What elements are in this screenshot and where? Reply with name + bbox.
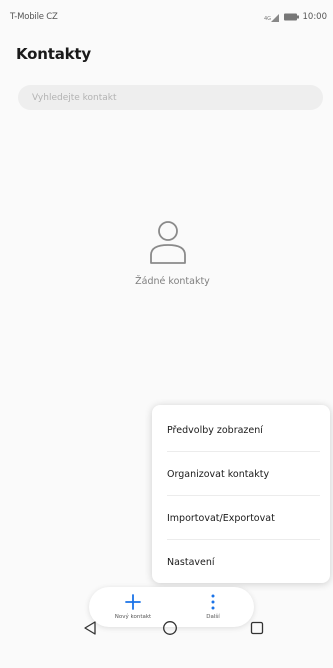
navigation-bar xyxy=(0,606,333,668)
svg-text:4G: 4G xyxy=(264,16,271,22)
menu-item-import-export[interactable]: Importovat/Exportovat xyxy=(152,496,330,540)
menu-item-label: Organizovat kontakty xyxy=(167,468,270,480)
home-circle-icon[interactable] xyxy=(160,618,180,638)
contacts-screen: T-Mobile CZ 4G 10:00 Kontakty Vyhledejte… xyxy=(0,0,333,668)
search-box[interactable] xyxy=(18,85,323,110)
menu-item-display-preferences[interactable]: Předvolby zobrazení xyxy=(152,408,330,452)
signal-icon: 4G xyxy=(264,13,280,22)
battery-icon xyxy=(283,13,299,21)
menu-item-settings[interactable]: Nastavení xyxy=(152,540,330,584)
status-indicators: 4G 10:00 xyxy=(264,11,328,23)
carrier-name: T-Mobile CZ xyxy=(10,12,58,22)
back-triangle-icon[interactable] xyxy=(80,618,100,638)
person-icon xyxy=(148,219,188,265)
menu-item-label: Importovat/Exportovat xyxy=(167,512,275,524)
search-input[interactable] xyxy=(18,85,323,110)
status-bar: T-Mobile CZ 4G 10:00 xyxy=(0,0,333,36)
empty-state-text: Žádné kontakty xyxy=(135,276,210,287)
overflow-menu: Předvolby zobrazení Organizovat kontakty… xyxy=(152,405,330,583)
clock: 10:00 xyxy=(302,12,328,22)
page-title: Kontakty xyxy=(16,45,91,63)
recent-square-icon[interactable] xyxy=(247,618,267,638)
menu-item-label: Předvolby zobrazení xyxy=(167,424,263,436)
menu-item-label: Nastavení xyxy=(167,556,215,568)
menu-item-organize-contacts[interactable]: Organizovat kontakty xyxy=(152,452,330,496)
